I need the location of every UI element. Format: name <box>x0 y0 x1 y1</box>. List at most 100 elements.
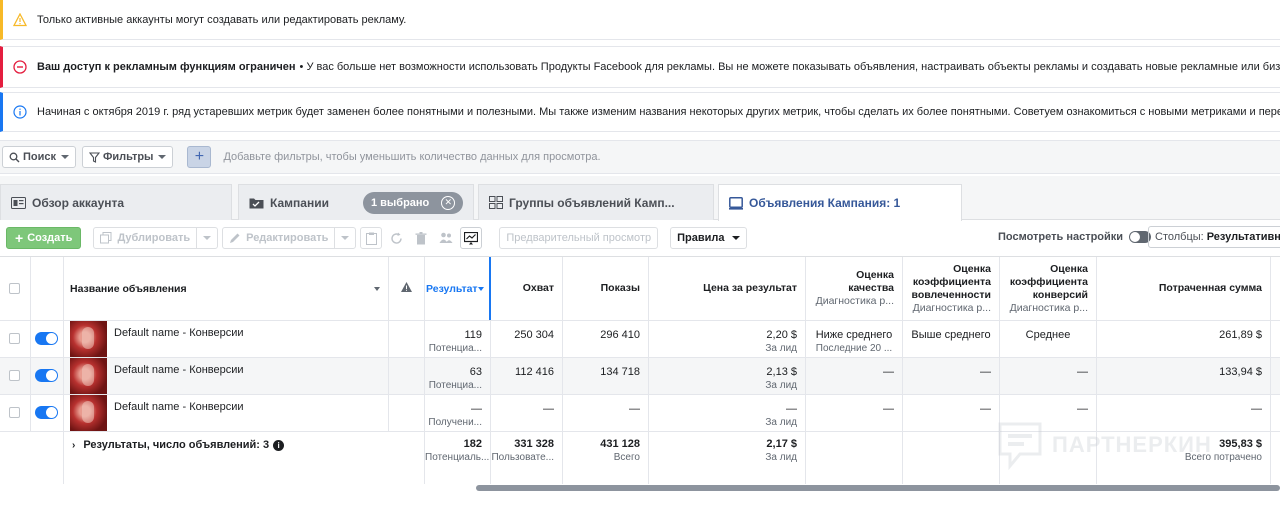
table-header: Название объявления Результат Охват Пока… <box>0 257 1280 321</box>
close-icon[interactable]: ✕ <box>441 195 456 210</box>
view-settings-label: Посмотреть настройки <box>998 231 1124 243</box>
tab-label: Объявления Кампания: 1 <box>749 196 901 210</box>
total-reach: 331 328 <box>514 438 554 450</box>
quality-value: — <box>883 403 894 415</box>
header-results[interactable]: Результат <box>425 257 491 320</box>
results-type: Потенциа... <box>428 343 482 354</box>
conversion-value: — <box>1077 366 1088 378</box>
header-name[interactable]: Название объявления <box>64 257 389 321</box>
edit-dropdown[interactable] <box>334 227 350 249</box>
filter-input[interactable]: Добавьте фильтры, чтобы уменьшить количе… <box>223 151 600 163</box>
quality-value: Ниже среднего <box>815 329 893 341</box>
refresh-button[interactable] <box>385 227 407 249</box>
select-all-cell <box>0 257 31 320</box>
toggle-column-header <box>31 257 64 320</box>
edit-button[interactable]: Редактировать <box>222 227 357 249</box>
restricted-title: Ваш доступ к рекламным функциям ограниче… <box>37 61 296 73</box>
header-label: Название объявления <box>70 283 187 295</box>
ad-status-toggle[interactable] <box>35 406 58 419</box>
ad-name-link[interactable]: Default name - Конверсии <box>114 364 244 376</box>
total-impressions: 431 128 <box>600 438 640 450</box>
clipboard-button[interactable] <box>360 227 383 249</box>
results-type: Получени... <box>428 417 482 428</box>
trash-icon <box>415 231 427 244</box>
audience-button[interactable] <box>435 227 457 249</box>
ad-status-toggle[interactable] <box>35 369 58 382</box>
tab-campaigns[interactable]: Кампании 1 выбрано ✕ <box>238 184 474 220</box>
search-button[interactable]: Поиск <box>2 146 77 168</box>
rules-button[interactable]: Правила <box>670 227 748 249</box>
impressions-value: 296 410 <box>600 329 640 341</box>
columns-label: Столбцы: <box>1155 231 1204 243</box>
ad-status-toggle[interactable] <box>35 332 58 345</box>
chat-logo-icon <box>998 422 1042 470</box>
restricted-banner: Ваш доступ к рекламным функциям ограниче… <box>0 46 1280 88</box>
chevron-right-icon[interactable]: › <box>72 440 75 451</box>
plus-icon: + <box>194 148 205 165</box>
level-tabs: Обзор аккаунта Кампании 1 выбрано ✕ Груп… <box>0 176 1280 221</box>
duplicate-dropdown[interactable] <box>196 227 212 249</box>
tab-ads[interactable]: Объявления Кампания: 1 <box>718 184 962 221</box>
scrollbar-thumb[interactable] <box>476 485 1280 491</box>
blocked-icon <box>13 60 27 74</box>
header-cost[interactable]: Цена за результат <box>649 257 806 320</box>
columns-selector[interactable]: Столбцы: Результативно <box>1148 226 1280 248</box>
quality-value: — <box>883 366 894 378</box>
create-button[interactable]: + Создать <box>6 227 82 249</box>
header-label: Показы <box>600 282 640 294</box>
tab-adsets[interactable]: Группы объявлений Камп... <box>478 184 714 220</box>
delete-button[interactable] <box>410 227 432 249</box>
table-row[interactable]: Default name - Конверсии 63 Потенциа... 1… <box>0 358 1280 395</box>
header-sublabel: Диагностика р... <box>815 295 894 307</box>
header-spent[interactable]: Потраченная сумма <box>1097 257 1271 320</box>
header-engagement[interactable]: Оценка коэффициента вовлеченности Диагнос… <box>903 257 1000 320</box>
info-icon <box>13 105 27 119</box>
add-filter-button[interactable]: + <box>187 146 212 168</box>
overview-icon <box>11 196 26 209</box>
total-reach-type: Пользовате... <box>491 452 554 463</box>
conversion-value: — <box>1077 403 1088 415</box>
chevron-down-icon <box>732 236 741 240</box>
header-delivery[interactable] <box>389 257 425 320</box>
duplicate-button[interactable]: Дублировать <box>93 227 219 249</box>
header-conversion[interactable]: Оценка коэффициента конверсий Диагностика… <box>1000 257 1097 320</box>
ad-name-link[interactable]: Default name - Конверсии <box>114 401 244 413</box>
charts-button[interactable] <box>460 227 483 249</box>
search-icon <box>9 152 20 162</box>
row-checkbox[interactable] <box>9 333 20 344</box>
row-checkbox[interactable] <box>9 370 20 381</box>
ad-name-link[interactable]: Default name - Конверсии <box>114 327 244 339</box>
select-all-checkbox[interactable] <box>9 283 20 294</box>
watermark-text: ПАРТНЕРКИН <box>1052 432 1212 457</box>
total-cost-type: За лид <box>765 452 797 463</box>
results-value: 63 <box>469 366 482 378</box>
cost-type: За лид <box>765 380 797 391</box>
header-label: Оценка качества <box>848 269 894 294</box>
chevron-down-icon <box>61 155 70 159</box>
filters-button[interactable]: Фильтры <box>82 146 174 168</box>
preview-button[interactable]: Предварительный просмотр <box>499 227 659 249</box>
tab-account-overview[interactable]: Обзор аккаунта <box>0 184 232 220</box>
engagement-value: Выше среднего <box>911 329 991 341</box>
spent-value: 133,94 $ <box>1219 366 1262 378</box>
plus-icon: + <box>15 230 24 246</box>
rules-label: Правила <box>677 232 725 244</box>
selected-count-pill[interactable]: 1 выбрано ✕ <box>362 191 464 214</box>
info-icon[interactable]: i <box>273 439 285 451</box>
view-settings-toggle[interactable]: Посмотреть настройки <box>998 231 1152 243</box>
filters-label: Фильтры <box>103 151 154 163</box>
table-row[interactable]: Default name - Конверсии 119 Потенциа... … <box>0 321 1280 358</box>
warning-icon <box>13 12 27 26</box>
create-label: Создать <box>27 232 73 244</box>
engagement-value: — <box>980 366 991 378</box>
people-icon <box>439 232 453 243</box>
totals-label-cell[interactable]: › Результаты, число объявлений: 3 i <box>64 432 425 484</box>
horizontal-scrollbar[interactable] <box>0 484 1280 492</box>
engagement-value: — <box>980 403 991 415</box>
row-checkbox[interactable] <box>9 407 20 418</box>
header-quality[interactable]: Оценка качества Диагностика р... <box>806 257 903 320</box>
header-impressions[interactable]: Показы <box>563 257 649 320</box>
header-reach[interactable]: Охват <box>491 257 563 320</box>
chevron-down-icon <box>203 236 212 240</box>
name-cell: Default name - Конверсии <box>64 321 389 357</box>
